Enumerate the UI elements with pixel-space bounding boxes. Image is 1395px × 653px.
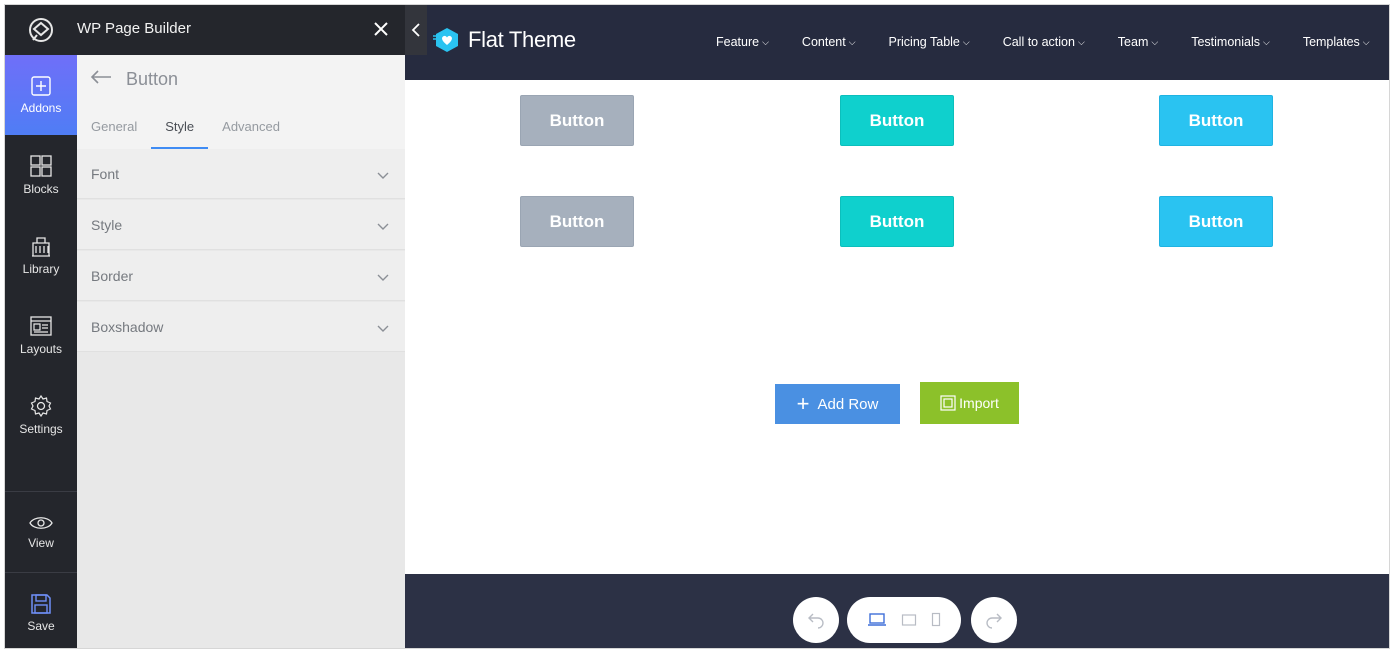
section-font[interactable]: Font	[77, 149, 405, 199]
chevron-down-icon: ⌵	[1151, 36, 1159, 47]
sample-button[interactable]: Button	[520, 95, 634, 146]
import-icon	[940, 395, 956, 411]
rail-label-library: Library	[22, 262, 60, 276]
chevron-down-icon	[377, 167, 389, 183]
section-label: Boxshadow	[91, 318, 164, 335]
chevron-down-icon: ⌵	[1362, 36, 1370, 47]
chevron-down-icon	[377, 320, 389, 336]
rail-label-view: View	[28, 536, 54, 550]
add-row-label: Add Row	[817, 395, 879, 413]
site-brand[interactable]: Flat Theme	[433, 27, 576, 53]
tab-style[interactable]: Style	[151, 115, 209, 149]
section-label: Font	[91, 165, 120, 182]
eye-icon	[29, 517, 53, 529]
site-header: Flat Theme Feature ⌵ Content ⌵ Pricing Tab…	[405, 5, 1389, 80]
import-button[interactable]: Import	[920, 382, 1019, 424]
nav-label: Templates	[1302, 35, 1360, 49]
sidebar-rail: Addons Blocks Library Layouts Settings V…	[5, 5, 77, 648]
rail-item-settings[interactable]: Settings	[5, 375, 77, 455]
tab-advanced[interactable]: Advanced	[208, 115, 294, 149]
sample-button[interactable]: Button	[1159, 196, 1273, 247]
nav-label: Testimonials	[1191, 35, 1260, 49]
rail-label-save: Save	[27, 619, 55, 633]
tab-general[interactable]: General	[77, 115, 151, 149]
settings-panel: WP Page Builder Button General Style Adv…	[77, 5, 405, 648]
plus-icon: +	[796, 391, 810, 416]
nav-item-pricing-table[interactable]: Pricing Table ⌵	[889, 35, 970, 49]
nav-label: Content	[801, 35, 846, 49]
panel-title: WP Page Builder	[77, 20, 191, 37]
back-row: Button	[90, 69, 178, 90]
nav-label: Feature	[716, 35, 760, 49]
import-label: Import	[959, 395, 999, 411]
nav-item-testimonials[interactable]: Testimonials ⌵	[1191, 35, 1270, 49]
section-boxshadow[interactable]: Boxshadow	[77, 302, 405, 352]
back-arrow-icon[interactable]	[90, 70, 112, 89]
sample-button[interactable]: Button	[520, 196, 634, 247]
undo-icon	[808, 613, 824, 629]
app-logo	[5, 5, 77, 55]
rail-label-addons: Addons	[20, 101, 62, 115]
nav-label: Call to action	[1002, 35, 1075, 49]
add-row-button[interactable]: + Add Row	[775, 384, 900, 424]
save-icon	[31, 594, 51, 614]
rail-item-save[interactable]: Save	[5, 573, 77, 648]
site-nav: Feature ⌵ Content ⌵ Pricing Table ⌵ Call to…	[716, 35, 1370, 49]
element-header: Button General Style Advanced	[77, 55, 405, 149]
blocks-icon	[30, 155, 52, 177]
section-label: Style	[91, 216, 123, 233]
nav-item-feature[interactable]: Feature ⌵	[716, 35, 769, 49]
mobile-icon[interactable]	[931, 612, 941, 628]
heart-logo-icon	[433, 28, 458, 52]
chevron-down-icon: ⌵	[1262, 36, 1270, 47]
undo-button[interactable]	[793, 597, 839, 643]
close-icon[interactable]	[371, 19, 391, 39]
tablet-icon[interactable]	[901, 613, 917, 627]
nav-item-templates[interactable]: Templates ⌵	[1303, 35, 1370, 49]
panel-tabs: General Style Advanced	[77, 115, 294, 149]
chevron-down-icon	[377, 218, 389, 234]
chevron-down-icon: ⌵	[962, 36, 970, 47]
panel-collapse-toggle[interactable]	[405, 5, 427, 55]
sample-button[interactable]: Button	[840, 95, 954, 146]
chevron-down-icon: ⌵	[848, 36, 856, 47]
rail-item-blocks[interactable]: Blocks	[5, 135, 77, 215]
device-switcher	[847, 597, 961, 643]
panel-header: WP Page Builder	[77, 5, 405, 55]
rail-item-addons[interactable]: Addons	[5, 55, 77, 135]
app-window: Addons Blocks Library Layouts Settings V…	[4, 4, 1390, 649]
nav-item-content[interactable]: Content ⌵	[802, 35, 856, 49]
section-style[interactable]: Style	[77, 200, 405, 250]
element-title: Button	[126, 69, 179, 89]
rail-label-blocks: Blocks	[23, 182, 59, 196]
redo-icon	[986, 613, 1002, 629]
desktop-icon[interactable]	[867, 612, 887, 628]
rail-label-settings: Settings	[19, 422, 63, 436]
chevron-down-icon: ⌵	[762, 36, 769, 47]
chevron-left-icon	[411, 23, 420, 37]
nav-item-team[interactable]: Team ⌵	[1118, 35, 1158, 49]
gear-icon	[30, 394, 52, 418]
brand-name: Flat Theme	[468, 27, 576, 52]
rail-item-library[interactable]: Library	[5, 215, 77, 295]
rail-label-layouts: Layouts	[19, 342, 63, 356]
plus-square-icon	[31, 76, 51, 96]
chevron-down-icon	[377, 269, 389, 285]
redo-button[interactable]	[971, 597, 1017, 643]
rail-item-layouts[interactable]: Layouts	[5, 295, 77, 375]
sample-button[interactable]: Button	[1159, 95, 1273, 146]
sample-button[interactable]: Button	[840, 196, 954, 247]
chevron-down-icon: ⌵	[1077, 36, 1085, 47]
logo-icon	[29, 18, 53, 42]
nav-label: Pricing Table	[888, 35, 960, 49]
rail-item-view[interactable]: View	[5, 492, 77, 572]
layouts-icon	[30, 316, 52, 336]
library-icon	[32, 237, 50, 257]
section-label: Border	[91, 267, 134, 284]
section-border[interactable]: Border	[77, 251, 405, 301]
nav-label: Team	[1117, 35, 1149, 49]
nav-item-call-to-action[interactable]: Call to action ⌵	[1003, 35, 1085, 49]
page-preview: Flat Theme Feature ⌵ Content ⌵ Pricing Tab…	[405, 5, 1389, 648]
